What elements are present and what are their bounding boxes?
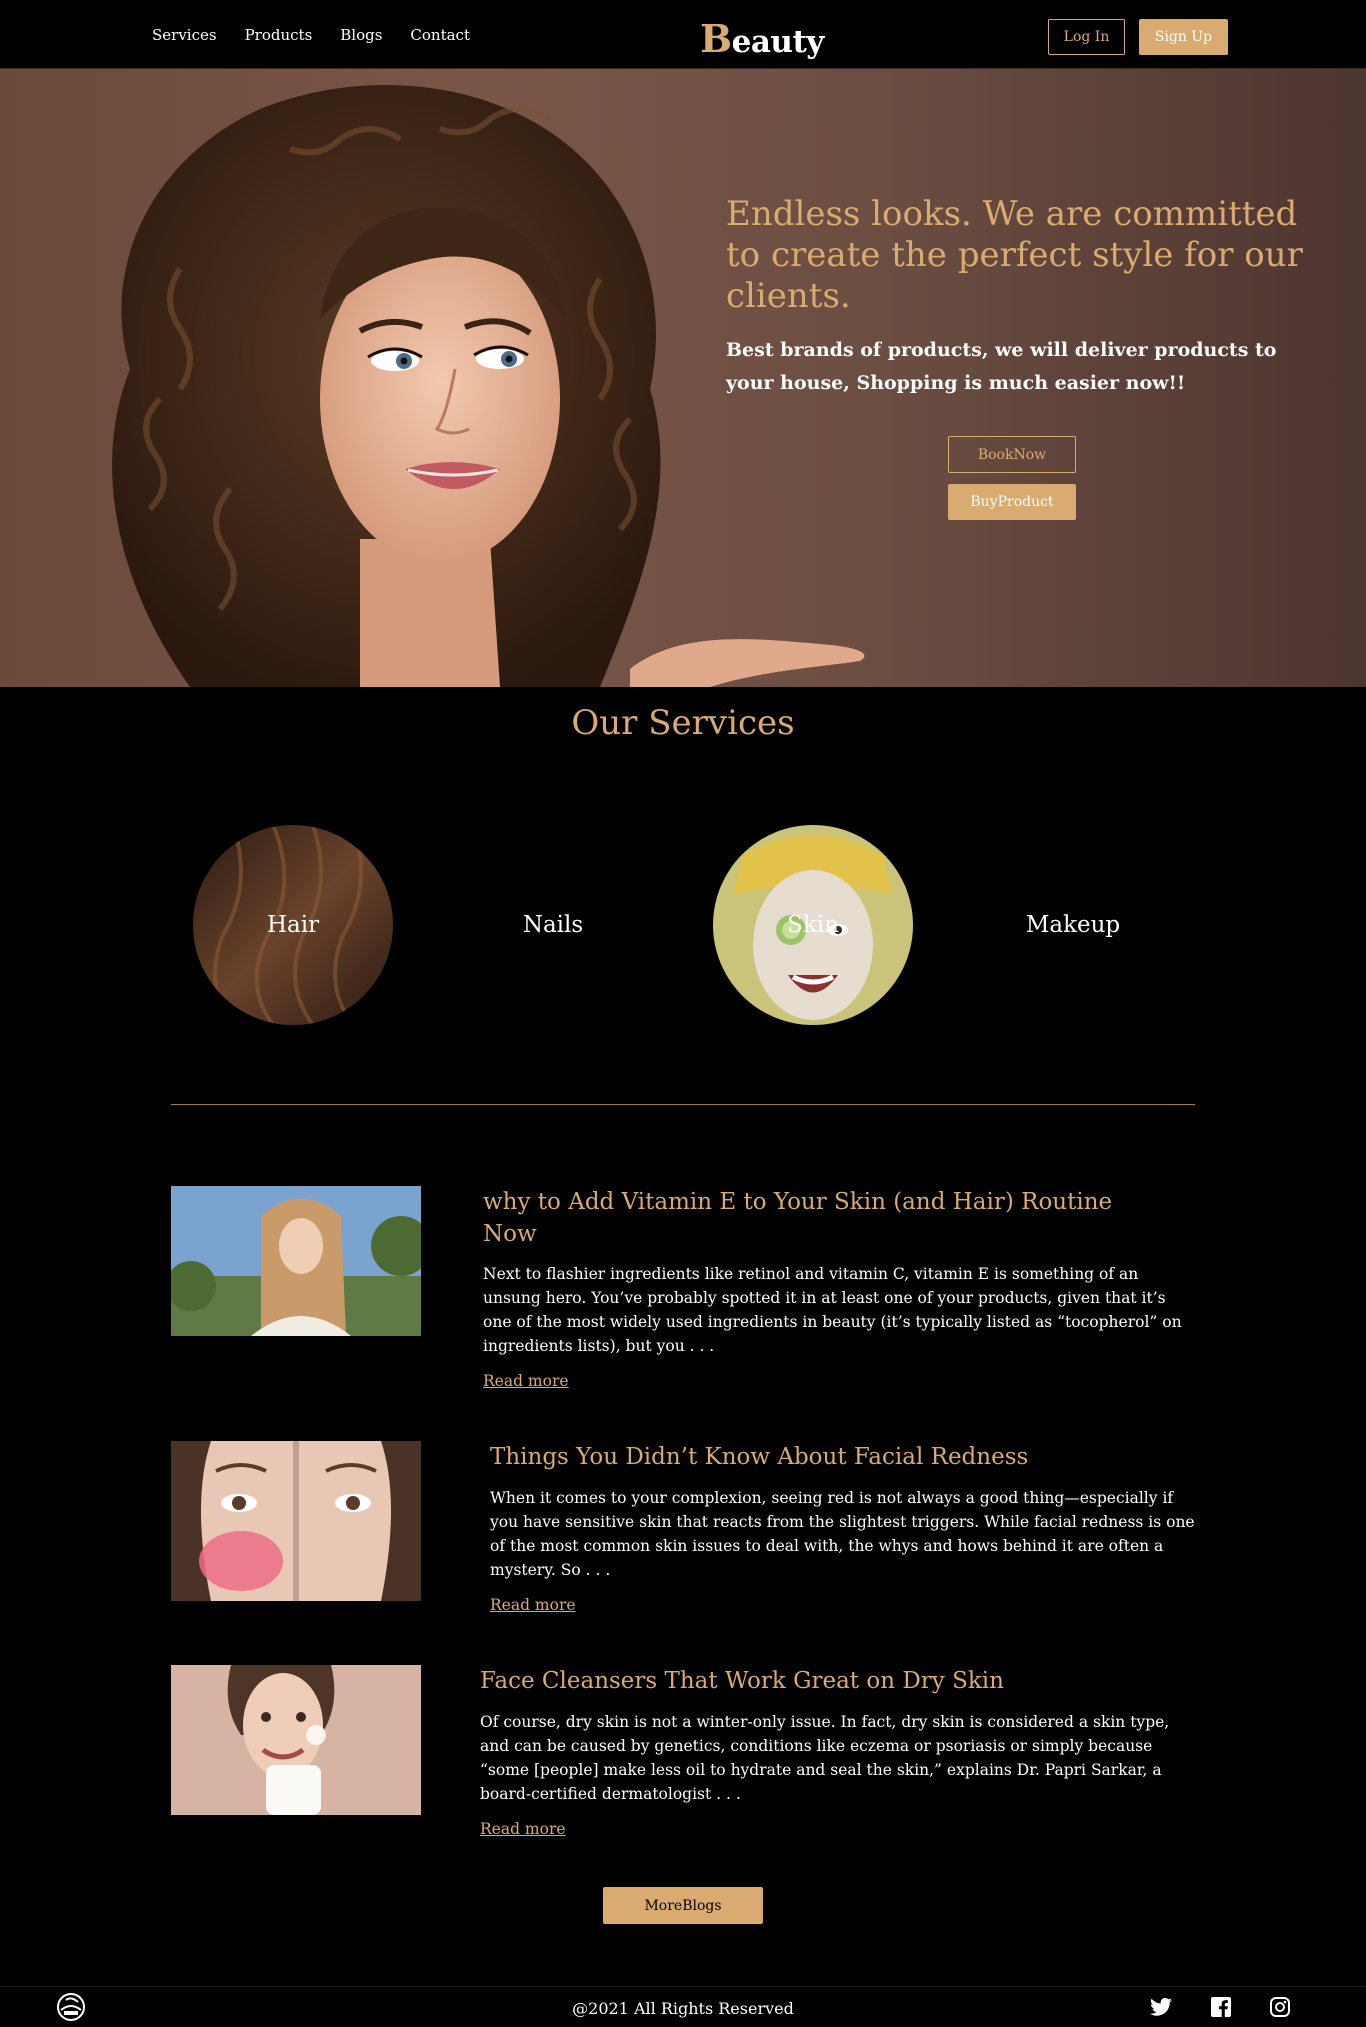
nav-link-contact[interactable]: Contact [410, 26, 470, 44]
service-skin[interactable]: Skin [713, 825, 913, 1025]
nav-link-products[interactable]: Products [245, 26, 313, 44]
more-blogs-button[interactable]: MoreBlogs [603, 1887, 763, 1924]
top-navbar: Services Products Blogs Contact Beauty L… [0, 0, 1366, 69]
blog-excerpt-2: When it comes to your complexion, seeing… [490, 1489, 1195, 1579]
blog-image-facial-redness[interactable] [171, 1441, 421, 1601]
hero-title: Endless looks. We are committed to creat… [726, 194, 1303, 316]
service-makeup[interactable]: Makeup [973, 825, 1173, 1025]
book-now-button[interactable]: BookNow [948, 436, 1076, 473]
service-label-hair: Hair [266, 912, 320, 938]
blog-thumbnail-2 [171, 1441, 421, 1601]
service-label-makeup: Makeup [1025, 912, 1121, 938]
blog-read-more-3[interactable]: Read more [480, 1820, 566, 1838]
footer: @2021 All Rights Reserved [0, 1986, 1366, 2027]
brand-name-rest: eauty [731, 24, 825, 60]
nav-link-services[interactable]: Services [152, 26, 217, 44]
nav-link-blogs[interactable]: Blogs [340, 26, 382, 44]
services-heading: Our Services [571, 703, 795, 743]
buy-product-button[interactable]: BuyProduct [948, 484, 1076, 520]
service-hair[interactable]: Hair [193, 825, 393, 1025]
blog-title-2[interactable]: Things You Didn’t Know About Facial Redn… [490, 1441, 1170, 1473]
blog-read-more-2[interactable]: Read more [490, 1596, 576, 1614]
service-label-skin: Skin [787, 912, 839, 938]
blog-title-1[interactable]: why to Add Vitamin E to Your Skin (and H… [483, 1186, 1163, 1250]
instagram-icon[interactable] [1270, 1997, 1290, 2017]
blog-image-face-cleansers[interactable] [171, 1665, 421, 1815]
blog-thumbnail-1 [171, 1186, 421, 1336]
facebook-icon[interactable] [1211, 1997, 1231, 2017]
brand-initial: B [700, 16, 732, 61]
service-label-nails: Nails [522, 912, 584, 938]
blog-excerpt-1: Next to flashier ingredients like retino… [483, 1265, 1182, 1355]
hero-banner: Endless looks. We are committed to creat… [0, 69, 1366, 687]
hero-subtitle: Best brands of products, we will deliver… [726, 339, 1277, 394]
blog-excerpt-3: Of course, dry skin is not a winter-only… [480, 1713, 1170, 1803]
section-divider [171, 1104, 1195, 1105]
twitter-icon[interactable] [1150, 1997, 1172, 2017]
blog-image-vitamin-e[interactable] [171, 1186, 421, 1336]
service-nails[interactable]: Nails [453, 825, 653, 1025]
signup-button[interactable]: Sign Up [1139, 19, 1228, 55]
brand-logo[interactable]: Beauty [700, 16, 824, 61]
nav-links: Services Products Blogs Contact [152, 26, 470, 44]
blog-read-more-1[interactable]: Read more [483, 1372, 569, 1390]
login-button[interactable]: Log In [1048, 19, 1125, 55]
blog-thumbnail-3 [171, 1665, 421, 1815]
blog-title-3[interactable]: Face Cleansers That Work Great on Dry Sk… [480, 1665, 1160, 1697]
